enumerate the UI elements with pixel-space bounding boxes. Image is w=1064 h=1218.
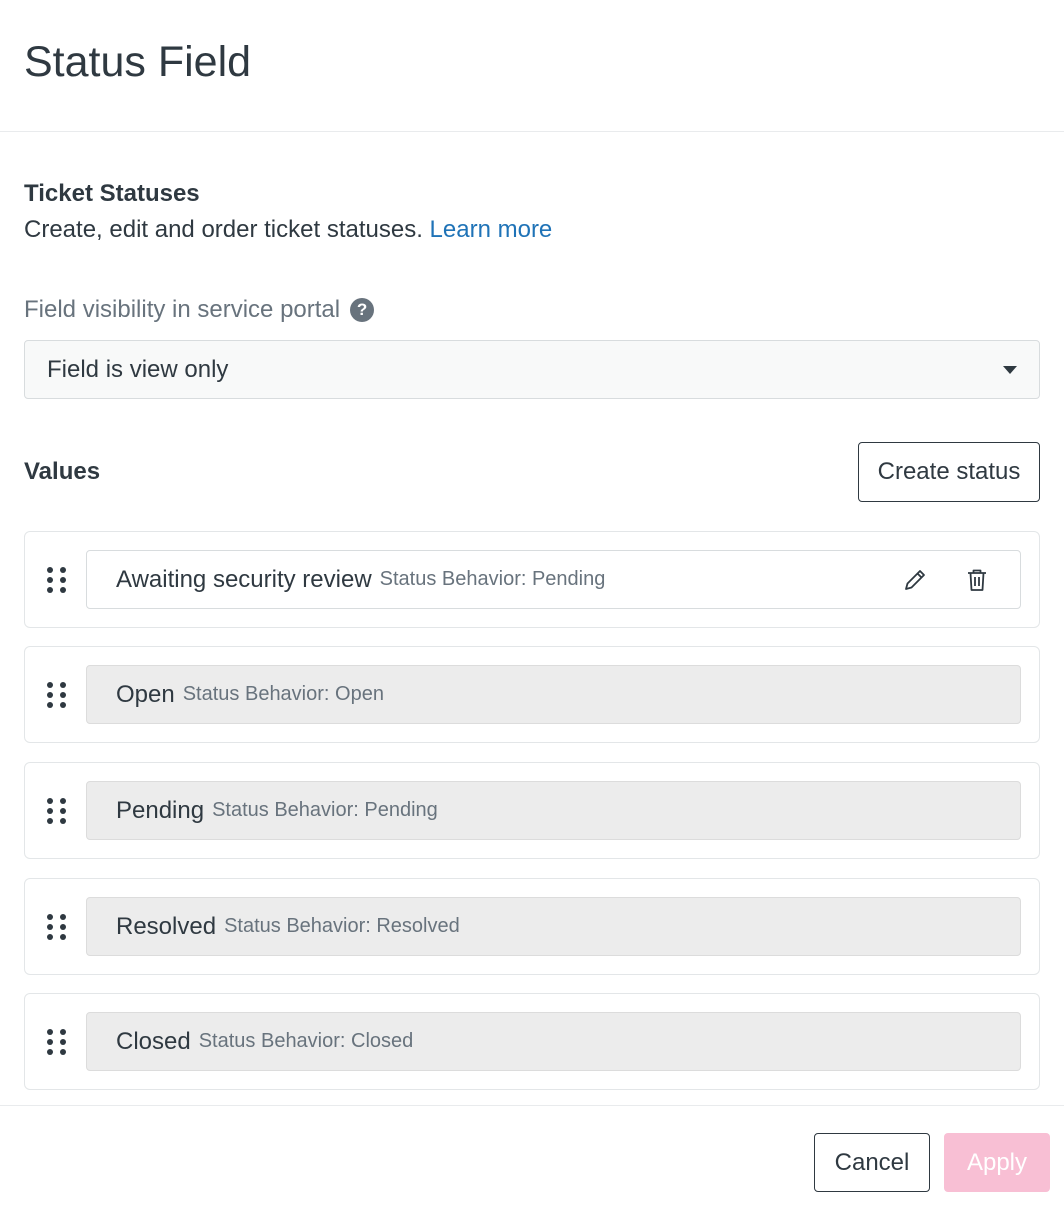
row-actions — [901, 566, 991, 594]
create-status-button[interactable]: Create status — [858, 442, 1040, 502]
pencil-icon[interactable] — [901, 566, 929, 594]
status-item[interactable]: Resolved Status Behavior: Resolved — [86, 897, 1021, 956]
status-behavior: Status Behavior: Resolved — [224, 915, 460, 937]
status-name: Resolved — [116, 912, 217, 940]
page-title: Status Field — [24, 38, 252, 86]
chevron-down-icon — [1003, 365, 1017, 374]
status-name: Closed — [116, 1027, 191, 1055]
status-item[interactable]: Closed Status Behavior: Closed — [86, 1012, 1021, 1071]
status-item[interactable]: Open Status Behavior: Open — [86, 665, 1021, 724]
values-heading: Values — [24, 458, 101, 485]
drag-handle-icon[interactable] — [47, 798, 69, 826]
status-behavior: Status Behavior: Open — [182, 683, 384, 705]
status-behavior: Status Behavior: Pending — [212, 799, 438, 821]
drag-handle-icon[interactable] — [47, 1029, 69, 1057]
status-name: Open — [116, 680, 175, 708]
status-row: Pending Status Behavior: Pending — [24, 762, 1040, 859]
visibility-select[interactable]: Field is view only — [24, 340, 1040, 399]
drag-handle-icon[interactable] — [47, 914, 69, 942]
ticket-statuses-heading: Ticket Statuses — [24, 180, 200, 207]
trash-icon[interactable] — [963, 566, 991, 594]
visibility-selected-value: Field is view only — [47, 355, 229, 383]
status-name: Awaiting security review — [116, 565, 372, 593]
ticket-statuses-description: Create, edit and order ticket statuses. … — [24, 216, 552, 244]
learn-more-link[interactable]: Learn more — [430, 216, 553, 243]
status-row: Resolved Status Behavior: Resolved — [24, 878, 1040, 975]
status-row: Closed Status Behavior: Closed — [24, 993, 1040, 1090]
modal-header: Status Field — [0, 0, 1064, 132]
description-text: Create, edit and order ticket statuses. — [24, 216, 423, 243]
visibility-field-label: Field visibility in service portal ? — [24, 296, 375, 324]
status-behavior: Status Behavior: Pending — [379, 568, 606, 590]
drag-handle-icon[interactable] — [47, 567, 69, 595]
drag-handle-icon[interactable] — [47, 682, 69, 710]
cancel-button[interactable]: Cancel — [814, 1133, 930, 1192]
apply-button[interactable]: Apply — [944, 1133, 1050, 1192]
status-item[interactable]: Pending Status Behavior: Pending — [86, 781, 1021, 840]
status-behavior: Status Behavior: Closed — [198, 1030, 414, 1052]
status-name: Pending — [116, 796, 205, 824]
status-item[interactable]: Awaiting security review Status Behavior… — [86, 550, 1021, 609]
status-row: Awaiting security review Status Behavior… — [24, 531, 1040, 628]
visibility-label-text: Field visibility in service portal — [24, 296, 341, 323]
help-icon[interactable]: ? — [350, 298, 375, 322]
status-row: Open Status Behavior: Open — [24, 646, 1040, 743]
